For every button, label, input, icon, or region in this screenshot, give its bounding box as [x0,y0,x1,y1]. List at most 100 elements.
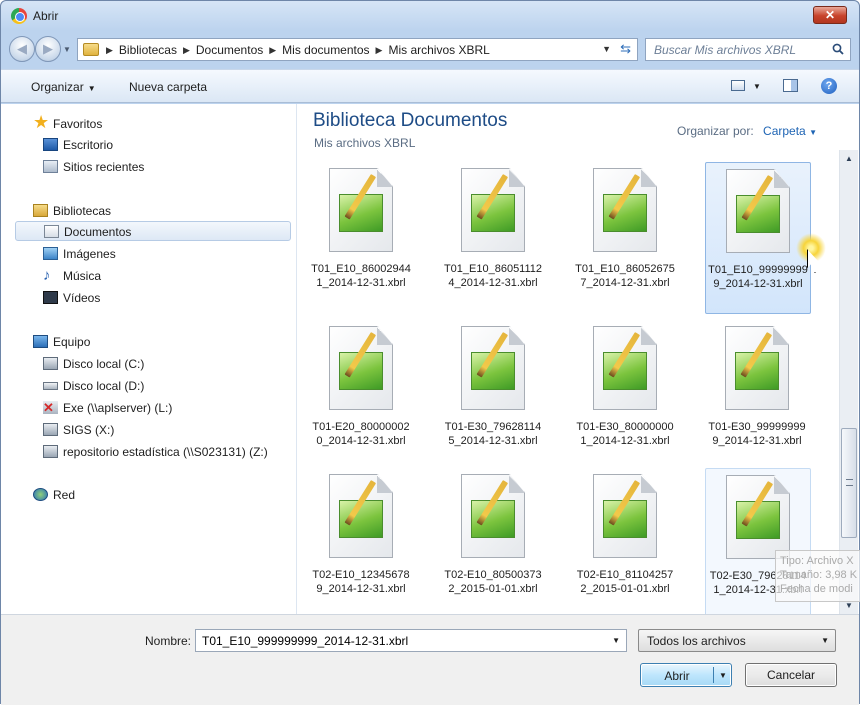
file-name: T01_E10_860526757_2014-12-31.xbrl [575,263,675,289]
file-item[interactable]: T01-E30_800000001_2014-12-31.xbrl [573,320,679,472]
cancel-button[interactable]: Cancelar [745,663,837,687]
change-view-icon[interactable] [731,80,745,91]
sidebar-item-disco-d[interactable]: Disco local (D:) [1,376,295,396]
sidebar-item-label: repositorio estadística (\\S023131) (Z:) [63,445,268,459]
arrange-by: Organizar por: Carpeta ▼ [677,124,817,138]
breadcrumb: ▶ Bibliotecas ▶ Documentos ▶ Mis documen… [106,43,490,57]
file-name: T01-E30_796281145_2014-12-31.xbrl [444,421,542,447]
file-name: T01-E30_999999999_2014-12-31.xbrl [708,421,806,447]
file-info-tooltip: Tipo: Archivo X Tamaño: 3,98 K Fecha de … [775,550,860,602]
scroll-up-icon[interactable]: ▲ [840,150,858,167]
file-type-select[interactable]: Todos los archivos ▼ [638,629,836,652]
command-toolbar: Organizar ▼ Nueva carpeta ▼ ? [1,69,859,103]
refresh-icon[interactable]: ⇆ [620,41,631,57]
file-item[interactable]: T02-E10_123456789_2014-12-31.xbrl [309,468,415,614]
address-bar[interactable]: ▶ Bibliotecas ▶ Documentos ▶ Mis documen… [77,38,638,61]
sidebar-item-red[interactable]: Red [1,485,295,505]
star-icon: ★ [33,112,50,132]
sidebar-item-label: Sitios recientes [63,160,145,174]
history-dropdown-icon[interactable]: ▼ [63,45,71,54]
recent-places-icon [43,160,58,173]
window-title: Abrir [33,9,59,23]
music-icon: ♪ [43,267,51,284]
breadcrumb-bibliotecas[interactable]: Bibliotecas [119,43,177,57]
search-box[interactable] [645,38,851,61]
libraries-icon [33,204,48,217]
forward-button[interactable]: ▶ [35,36,61,62]
sidebar-item-sitios-recientes[interactable]: Sitios recientes [1,157,295,177]
file-item[interactable]: T01_E10_860511124_2014-12-31.xbrl [441,162,547,314]
navigation-row: ◀ ▶ ▼ ▶ Bibliotecas ▶ Documentos ▶ Mis d… [1,33,859,65]
sidebar-item-label: Exe (\\aplserver) (L:) [63,401,173,415]
sidebar-item-musica[interactable]: ♪ Música [1,266,295,286]
file-item[interactable]: T02-E10_805003732_2015-01-01.xbrl [441,468,547,614]
file-name-input[interactable] [196,630,596,651]
breadcrumb-mis-documentos[interactable]: Mis documentos [282,43,369,57]
search-input[interactable] [646,39,826,60]
breadcrumb-documentos[interactable]: Documentos [196,43,263,57]
address-dropdown-icon[interactable]: ▼ [602,44,611,54]
breadcrumb-mis-archivos-xbrl[interactable]: Mis archivos XBRL [388,43,489,57]
sidebar-item-equipo[interactable]: Equipo [1,332,295,352]
organize-button[interactable]: Organizar ▼ [31,80,96,94]
scrollbar-thumb[interactable] [841,428,857,538]
file-item[interactable]: T01_E10_860029441_2014-12-31.xbrl [309,162,415,314]
open-button[interactable]: Abrir ▼ [640,663,732,687]
search-icon[interactable] [832,43,844,55]
sidebar-item-videos[interactable]: Vídeos [1,288,295,308]
file-item[interactable]: T01-E30_999999999_2014-12-31.xbrl [705,320,811,472]
sidebar-item-disco-c[interactable]: Disco local (C:) [1,354,295,374]
page-fold [509,326,525,345]
chevron-down-icon: ▼ [821,636,829,645]
sidebar-item-favoritos[interactable]: ★ Favoritos [1,112,295,134]
tooltip-line: Fecha de modi [780,583,853,595]
network-drive-icon [43,423,58,436]
file-name-combobox[interactable]: ▼ [195,629,627,652]
sidebar-item-label: Vídeos [63,291,101,305]
file-type-value: Todos los archivos [647,634,746,648]
breadcrumb-separator-icon[interactable]: ▶ [106,43,113,57]
file-name: T01-E30_800000001_2014-12-31.xbrl [576,421,674,447]
sidebar-item-repositorio-z[interactable]: repositorio estadística (\\S023131) (Z:) [1,442,295,462]
sidebar-item-label: Equipo [53,335,91,349]
file-name: T01_E10_860029441_2014-12-31.xbrl [311,263,411,289]
preview-pane-icon[interactable] [783,79,798,92]
breadcrumb-separator-icon[interactable]: ▶ [269,43,276,57]
open-options-dropdown-icon[interactable]: ▼ [719,671,727,680]
open-file-dialog: Abrir ✕ ◀ ▶ ▼ ▶ Bibliotecas ▶ Documentos… [0,0,860,705]
sidebar-item-escritorio[interactable]: Escritorio [1,135,295,155]
chevron-down-icon[interactable]: ▼ [612,636,620,645]
sidebar-item-documentos[interactable]: Documentos [15,221,291,241]
file-item[interactable]: T02-E10_811042572_2015-01-01.xbrl [573,468,679,614]
vertical-scrollbar[interactable]: ▲ ▼ [839,150,858,614]
file-item[interactable]: T01-E20_800000020_2014-12-31.xbrl [309,320,415,472]
network-drive-icon [43,445,58,458]
desktop-icon [43,138,58,151]
arrange-by-dropdown[interactable]: Carpeta ▼ [763,124,817,138]
page-fold [509,168,525,187]
close-button[interactable]: ✕ [813,6,847,24]
help-icon[interactable]: ? [821,78,837,94]
open-button-label: Abrir [664,669,690,683]
sidebar-item-imagenes[interactable]: Imágenes [1,244,295,264]
sidebar-item-label: Documentos [64,225,132,239]
sidebar-item-bibliotecas[interactable]: Bibliotecas [1,201,295,221]
tooltip-line: Tamaño: 3,98 K [780,569,858,581]
sidebar-item-exe-l[interactable]: ✕ Exe (\\aplserver) (L:) [1,398,295,418]
scroll-grip-icon [846,479,853,486]
breadcrumb-separator-icon[interactable]: ▶ [376,43,383,57]
file-name-label: Nombre: [145,634,192,648]
sidebar-item-label: Música [63,269,102,283]
file-item[interactable]: T01_E10_860526757_2014-12-31.xbrl [573,162,679,314]
sidebar-item-sigs-x[interactable]: SIGS (X:) [1,420,295,440]
library-subtitle: Mis archivos XBRL [314,136,416,150]
back-button[interactable]: ◀ [9,36,35,62]
dialog-footer: Nombre: ▼ Todos los archivos ▼ Abrir ▼ C… [1,614,859,705]
file-item[interactable]: T01-E30_796281145_2014-12-31.xbrl [441,320,547,472]
main-area: ★ Favoritos Escritorio Sitios recientes … [1,104,859,614]
chrome-icon [11,8,27,24]
new-folder-button[interactable]: Nueva carpeta [129,80,207,94]
folder-icon [83,43,99,56]
breadcrumb-separator-icon[interactable]: ▶ [183,43,190,57]
view-options-dropdown-icon[interactable]: ▼ [753,82,761,91]
